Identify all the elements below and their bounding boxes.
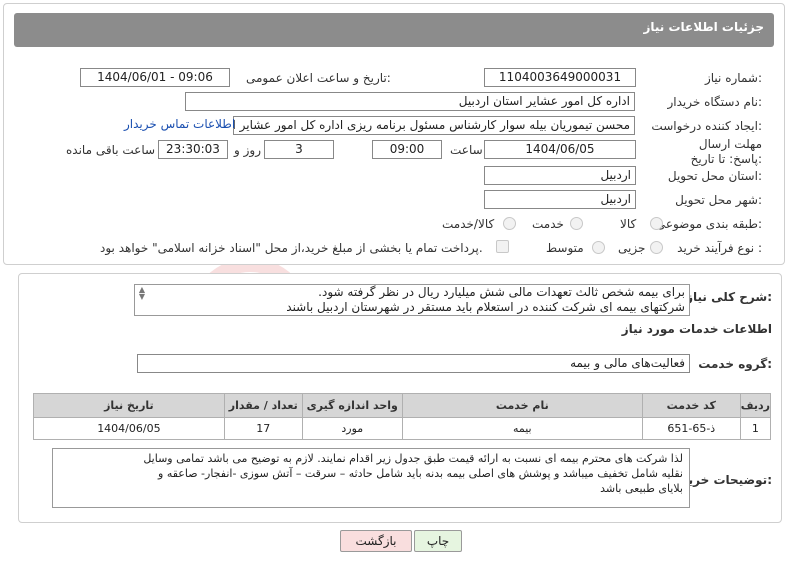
deadline-label: مهلت ارسال پاسخ: تا تاریخ: [690, 137, 762, 166]
remaining-time-field[interactable]: 23:30:03 [158, 140, 228, 159]
table-row[interactable]: 1 ذ-65-651 بیمه مورد 17 1404/06/05 [33, 417, 772, 440]
city-field[interactable]: اردبیل [484, 190, 636, 209]
col-name-header: نام خدمت [401, 393, 643, 418]
textarea-scroll-icon[interactable]: ▲ ▼ [136, 286, 148, 301]
back-button[interactable]: بازگشت [340, 530, 412, 552]
days-label: روز و [234, 143, 261, 157]
page-title: جزئیات اطلاعات نیاز [643, 20, 764, 34]
province-label: استان محل تحویل: [667, 169, 762, 183]
description-label: شرح کلی نیاز: [686, 290, 772, 304]
service-group-label: گروه خدمت: [698, 357, 772, 371]
process-label: نوع فرآیند خرید : [677, 241, 762, 255]
process-radio-medium[interactable] [592, 241, 605, 254]
treasury-payment-checkbox[interactable] [496, 240, 509, 253]
services-table: ردیف کد خدمت نام خدمت واحد اندازه گیری ت… [33, 393, 772, 440]
buyer-org-label: نام دستگاه خریدار: [667, 95, 763, 109]
category-radio-goods[interactable] [650, 217, 663, 230]
process-option-medium: متوسط [546, 241, 584, 255]
buyer-notes-line-2: نقلیه شامل تخفیف میباشد و پوشش های اصلی … [158, 467, 683, 480]
category-option-goods-service: کالا/خدمت [442, 217, 495, 231]
province-field[interactable]: اردبیل [484, 166, 636, 185]
need-number-label: شماره نیاز: [704, 71, 762, 85]
description-textarea[interactable]: برای بیمه شخص ثالث تعهدات مالی شش میلیار… [134, 284, 690, 316]
buyer-notes-line-1: لذا شرکت های محترم بیمه ای نسبت به ارائه… [143, 452, 683, 465]
buyer-org-field[interactable]: اداره کل امور عشایر استان اردبیل [185, 92, 635, 111]
col-date-header: تاریخ نیاز [33, 393, 225, 418]
deadline-time-label: ساعت [450, 143, 483, 157]
col-unit-header: واحد اندازه گیری [301, 393, 403, 418]
deadline-date-field[interactable]: 1404/06/05 [484, 140, 636, 159]
announce-date-label: تاریخ و ساعت اعلان عمومی: [246, 71, 391, 85]
services-section-title: اطلاعات خدمات مورد نیاز [621, 322, 772, 336]
creator-label: ایجاد کننده درخواست: [651, 119, 762, 133]
need-number-field[interactable]: 1104003649000031 [484, 68, 636, 87]
announce-date-field[interactable]: 1404/06/01 - 09:06 [80, 68, 230, 87]
description-line-2: شرکتهای بیمه ای شرکت کننده در استعلام با… [286, 300, 685, 314]
process-option-minor: جزیی [618, 241, 646, 255]
description-line-1: برای بیمه شخص ثالث تعهدات مالی شش میلیار… [318, 285, 685, 299]
creator-field[interactable]: محسن تیموریان بیله سوار کارشناس مسئول بر… [233, 116, 635, 135]
cell-unit: مورد [301, 417, 403, 440]
service-group-field[interactable]: فعالیت‌های مالی و بیمه [137, 354, 690, 373]
category-radio-goods-service[interactable] [503, 217, 516, 230]
category-option-service: خدمت [532, 217, 564, 231]
print-button[interactable]: چاپ [414, 530, 462, 552]
col-qty-header: تعداد / مقدار [223, 393, 303, 418]
city-label: شهر محل تحویل: [675, 193, 762, 207]
cell-date: 1404/06/05 [33, 417, 225, 440]
process-radio-minor[interactable] [650, 241, 663, 254]
category-option-goods: کالا [620, 217, 637, 231]
buyer-notes-line-3: بلایای طبیعی باشد [600, 482, 683, 495]
category-label: طبقه بندی موضوعی: [655, 217, 762, 231]
cell-name: بیمه [401, 417, 643, 440]
cell-row: 1 [739, 417, 772, 440]
category-radio-service[interactable] [570, 217, 583, 230]
buyer-notes-box[interactable]: لذا شرکت های محترم بیمه ای نسبت به ارائه… [52, 448, 690, 508]
col-row-header: ردیف [739, 393, 772, 418]
cell-code: ذ-65-651 [641, 417, 741, 440]
remaining-time-label: ساعت باقی مانده [66, 143, 156, 157]
deadline-time-field[interactable]: 09:00 [372, 140, 442, 159]
cell-qty: 17 [223, 417, 303, 440]
col-code-header: کد خدمت [641, 393, 741, 418]
treasury-payment-note: پرداخت تمام یا بخشی از مبلغ خرید،از محل … [100, 241, 483, 255]
days-field[interactable]: 3 [264, 140, 334, 159]
buyer-contact-link[interactable]: اطلاعات تماس خریدار [124, 117, 235, 131]
